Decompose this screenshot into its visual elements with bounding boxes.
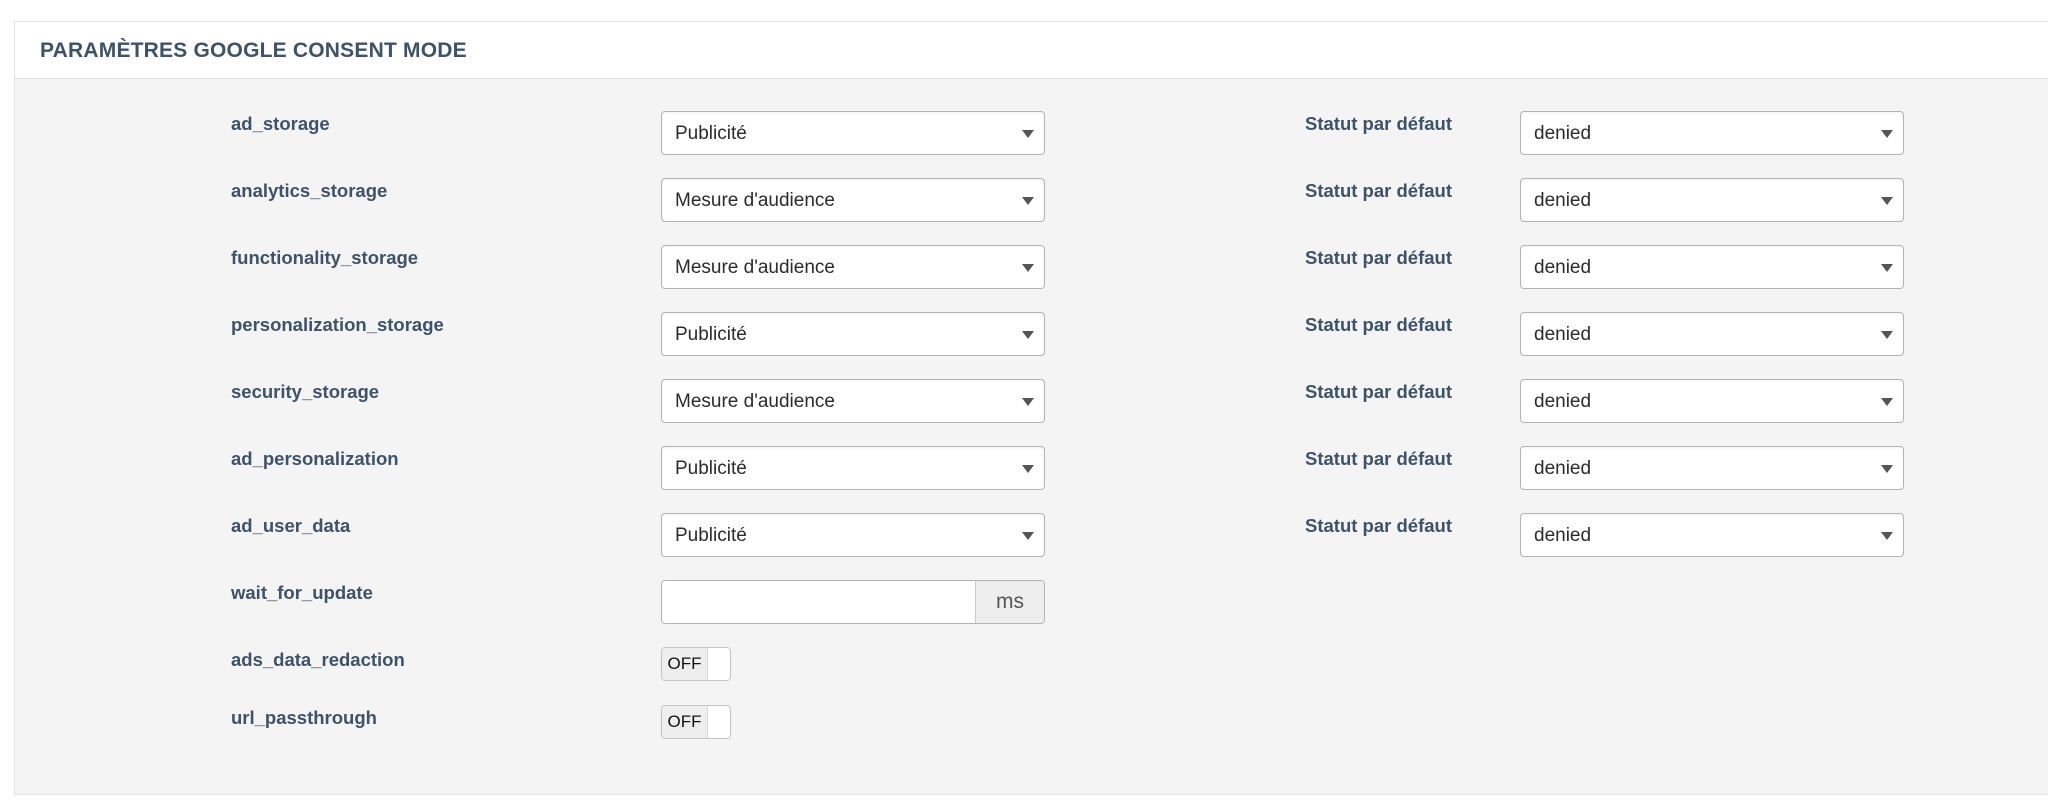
category-select[interactable]: Mesure d'audience bbox=[661, 245, 1045, 289]
default-status-select[interactable]: denied bbox=[1520, 178, 1904, 222]
default-status-select[interactable]: denied bbox=[1520, 111, 1904, 155]
wait-for-update-input-group: ms bbox=[661, 580, 1045, 624]
chevron-down-icon bbox=[1022, 197, 1034, 205]
ads-data-redaction-row: ads_data_redaction OFF bbox=[15, 647, 2048, 691]
select-value: Publicité bbox=[675, 123, 747, 144]
select-value: Publicité bbox=[675, 324, 747, 345]
category-select[interactable]: Mesure d'audience bbox=[661, 379, 1045, 423]
status-label: Statut par défaut bbox=[1305, 247, 1452, 268]
field-label: personalization_storage bbox=[231, 314, 444, 335]
ads-data-redaction-toggle[interactable]: OFF bbox=[661, 647, 731, 681]
field-label: analytics_storage bbox=[231, 180, 388, 201]
field-label: ad_personalization bbox=[231, 448, 399, 469]
consent-row-analytics-storage: analytics_storage Mesure d'audience Stat… bbox=[15, 178, 2048, 222]
select-value: Publicité bbox=[675, 458, 747, 479]
chevron-down-icon bbox=[1881, 398, 1893, 406]
field-label: ads_data_redaction bbox=[231, 649, 405, 670]
status-label: Statut par défaut bbox=[1305, 180, 1452, 201]
status-label: Statut par défaut bbox=[1305, 448, 1452, 469]
default-status-select[interactable]: denied bbox=[1520, 245, 1904, 289]
select-value: Mesure d'audience bbox=[675, 257, 835, 278]
consent-row-personalization-storage: personalization_storage Publicité Statut… bbox=[15, 312, 2048, 356]
consent-row-ad-storage: ad_storage Publicité Statut par défaut d… bbox=[15, 111, 2048, 155]
field-label: functionality_storage bbox=[231, 247, 419, 268]
status-label: Statut par défaut bbox=[1305, 113, 1452, 134]
consent-row-security-storage: security_storage Mesure d'audience Statu… bbox=[15, 379, 2048, 423]
status-label: Statut par défaut bbox=[1305, 515, 1452, 536]
default-status-select[interactable]: denied bbox=[1520, 379, 1904, 423]
chevron-down-icon bbox=[1022, 532, 1034, 540]
consent-row-ad-user-data: ad_user_data Publicité Statut par défaut… bbox=[15, 513, 2048, 557]
panel-header: PARAMÈTRES GOOGLE CONSENT MODE bbox=[15, 22, 2048, 79]
wait-for-update-row: wait_for_update ms bbox=[15, 580, 2048, 624]
select-value: Mesure d'audience bbox=[675, 391, 835, 412]
chevron-down-icon bbox=[1881, 197, 1893, 205]
select-value: denied bbox=[1534, 257, 1592, 278]
url-passthrough-toggle[interactable]: OFF bbox=[661, 705, 731, 739]
default-status-select[interactable]: denied bbox=[1520, 513, 1904, 557]
toggle-state: OFF bbox=[662, 706, 708, 738]
category-select[interactable]: Publicité bbox=[661, 446, 1045, 490]
chevron-down-icon bbox=[1881, 331, 1893, 339]
chevron-down-icon bbox=[1022, 331, 1034, 339]
field-label: ad_storage bbox=[231, 113, 330, 134]
select-value: Mesure d'audience bbox=[675, 190, 835, 211]
select-value: denied bbox=[1534, 391, 1592, 412]
field-label: url_passthrough bbox=[231, 707, 377, 728]
field-label: security_storage bbox=[231, 381, 380, 402]
field-label: ad_user_data bbox=[231, 515, 351, 536]
select-value: Publicité bbox=[675, 525, 747, 546]
unit-addon: ms bbox=[975, 581, 1044, 623]
select-value: denied bbox=[1534, 324, 1592, 345]
chevron-down-icon bbox=[1022, 264, 1034, 272]
field-label: wait_for_update bbox=[231, 582, 373, 603]
category-select[interactable]: Publicité bbox=[661, 111, 1045, 155]
panel-title: PARAMÈTRES GOOGLE CONSENT MODE bbox=[40, 39, 467, 62]
chevron-down-icon bbox=[1881, 532, 1893, 540]
chevron-down-icon bbox=[1022, 130, 1034, 138]
chevron-down-icon bbox=[1881, 264, 1893, 272]
status-label: Statut par défaut bbox=[1305, 314, 1452, 335]
chevron-down-icon bbox=[1022, 465, 1034, 473]
select-value: denied bbox=[1534, 458, 1592, 479]
chevron-down-icon bbox=[1881, 465, 1893, 473]
consent-row-ad-personalization: ad_personalization Publicité Statut par … bbox=[15, 446, 2048, 490]
default-status-select[interactable]: denied bbox=[1520, 312, 1904, 356]
chevron-down-icon bbox=[1022, 398, 1034, 406]
consent-mode-panel: PARAMÈTRES GOOGLE CONSENT MODE ad_storag… bbox=[14, 21, 2048, 795]
select-value: denied bbox=[1534, 190, 1592, 211]
toggle-state: OFF bbox=[662, 648, 708, 680]
default-status-select[interactable]: denied bbox=[1520, 446, 1904, 490]
consent-row-functionality-storage: functionality_storage Mesure d'audience … bbox=[15, 245, 2048, 289]
status-label: Statut par défaut bbox=[1305, 381, 1452, 402]
select-value: denied bbox=[1534, 123, 1592, 144]
category-select[interactable]: Publicité bbox=[661, 513, 1045, 557]
category-select[interactable]: Publicité bbox=[661, 312, 1045, 356]
select-value: denied bbox=[1534, 525, 1592, 546]
category-select[interactable]: Mesure d'audience bbox=[661, 178, 1045, 222]
chevron-down-icon bbox=[1881, 130, 1893, 138]
wait-for-update-input[interactable] bbox=[662, 581, 975, 623]
url-passthrough-row: url_passthrough OFF bbox=[15, 705, 2048, 749]
